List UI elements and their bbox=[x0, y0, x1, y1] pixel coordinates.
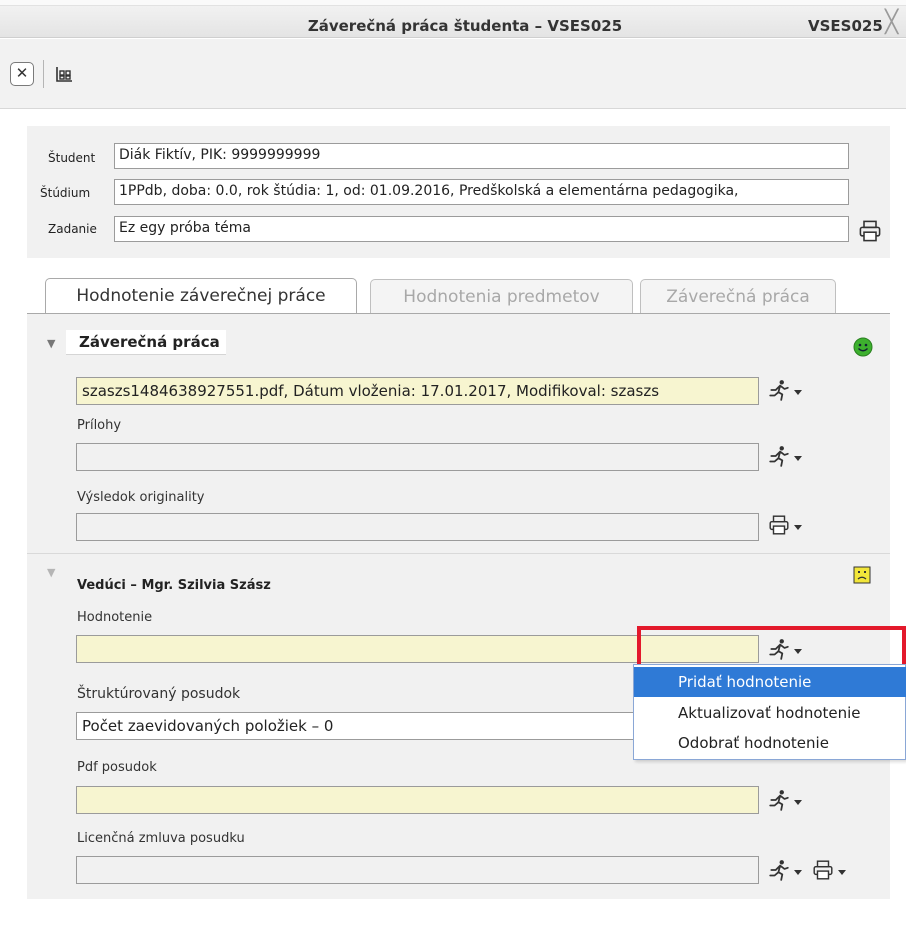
printer-icon bbox=[812, 859, 834, 881]
chevron-down-icon bbox=[793, 453, 803, 463]
runner-icon bbox=[768, 859, 790, 881]
assignment-label: Zadanie bbox=[48, 222, 97, 236]
smiley-green-icon bbox=[853, 337, 873, 357]
runner-icon bbox=[768, 445, 790, 467]
print-assignment-icon[interactable] bbox=[858, 219, 882, 243]
thesis-file-actions[interactable] bbox=[768, 379, 803, 405]
pdf-review-actions[interactable] bbox=[768, 789, 803, 815]
originality-label: Výsledok originality bbox=[77, 490, 205, 505]
runner-icon bbox=[768, 379, 790, 401]
tab-course-evaluations[interactable]: Hodnotenia predmetov bbox=[370, 279, 633, 315]
evaluation-action-menu: Pridať hodnotenie Aktualizovať hodnoteni… bbox=[633, 664, 906, 760]
sad-face-icon bbox=[853, 566, 871, 584]
chevron-down-icon bbox=[793, 867, 803, 877]
collapse-triangle-icon[interactable]: ▼ bbox=[47, 337, 55, 350]
attachments-label: Prílohy bbox=[77, 418, 122, 433]
menu-item-update-evaluation[interactable]: Aktualizovať hodnotenie bbox=[634, 698, 906, 728]
menu-item-add-evaluation[interactable]: Pridať hodnotenie bbox=[634, 667, 906, 697]
student-field[interactable]: Diák Fiktív, PIK: 9999999999 bbox=[114, 143, 849, 169]
license-label: Licenčná zmluva posudku bbox=[77, 831, 245, 846]
originality-actions[interactable] bbox=[768, 514, 803, 540]
license-actions[interactable] bbox=[768, 859, 847, 885]
assignment-field[interactable]: Ez egy próba téma bbox=[114, 216, 849, 242]
menu-item-remove-evaluation[interactable]: Odobrať hodnotenie bbox=[634, 728, 906, 758]
pdf-review-field[interactable] bbox=[76, 786, 759, 814]
toolbar bbox=[0, 39, 906, 109]
attachments-field[interactable] bbox=[76, 443, 759, 471]
org-chart-icon[interactable] bbox=[54, 64, 74, 84]
chevron-down-icon bbox=[793, 522, 803, 532]
section-divider bbox=[27, 553, 890, 554]
chevron-down-icon bbox=[793, 797, 803, 807]
thesis-file-field[interactable]: szaszs1484638927551.pdf, Dátum vloženia:… bbox=[76, 377, 759, 405]
window-close-icon[interactable]: ╳ bbox=[885, 12, 898, 34]
attachments-actions[interactable] bbox=[768, 445, 803, 471]
section-thesis-title: Záverečná práca bbox=[79, 333, 220, 351]
study-label: Štúdium bbox=[40, 186, 91, 200]
chevron-down-icon bbox=[793, 387, 803, 397]
chevron-down-icon bbox=[837, 867, 847, 877]
pdf-review-label: Pdf posudok bbox=[77, 760, 157, 775]
tab-thesis-evaluation[interactable]: Hodnotenie záverečnej práce bbox=[45, 278, 357, 315]
toolbar-separator bbox=[43, 60, 44, 88]
student-label: Študent bbox=[48, 151, 96, 165]
evaluation-label: Hodnotenie bbox=[77, 610, 153, 625]
originality-field[interactable] bbox=[76, 513, 759, 541]
study-field[interactable]: 1PPdb, doba: 0.0, rok štúdia: 1, od: 01.… bbox=[114, 179, 849, 205]
close-button[interactable]: ✕ bbox=[10, 62, 34, 86]
license-field[interactable] bbox=[76, 856, 759, 884]
window-title: Záverečná práca študenta – VSES025 bbox=[307, 17, 623, 35]
window-code: VSES025 bbox=[808, 17, 883, 35]
printer-icon bbox=[768, 514, 790, 536]
collapse-triangle-icon[interactable]: ▼ bbox=[47, 566, 55, 579]
structured-review-label: Štruktúrovaný posudok bbox=[77, 686, 241, 702]
runner-icon bbox=[768, 789, 790, 811]
section-supervisor-title: Vedúci – Mgr. Szilvia Szász bbox=[77, 578, 271, 593]
tab-thesis[interactable]: Záverečná práca bbox=[640, 279, 836, 315]
